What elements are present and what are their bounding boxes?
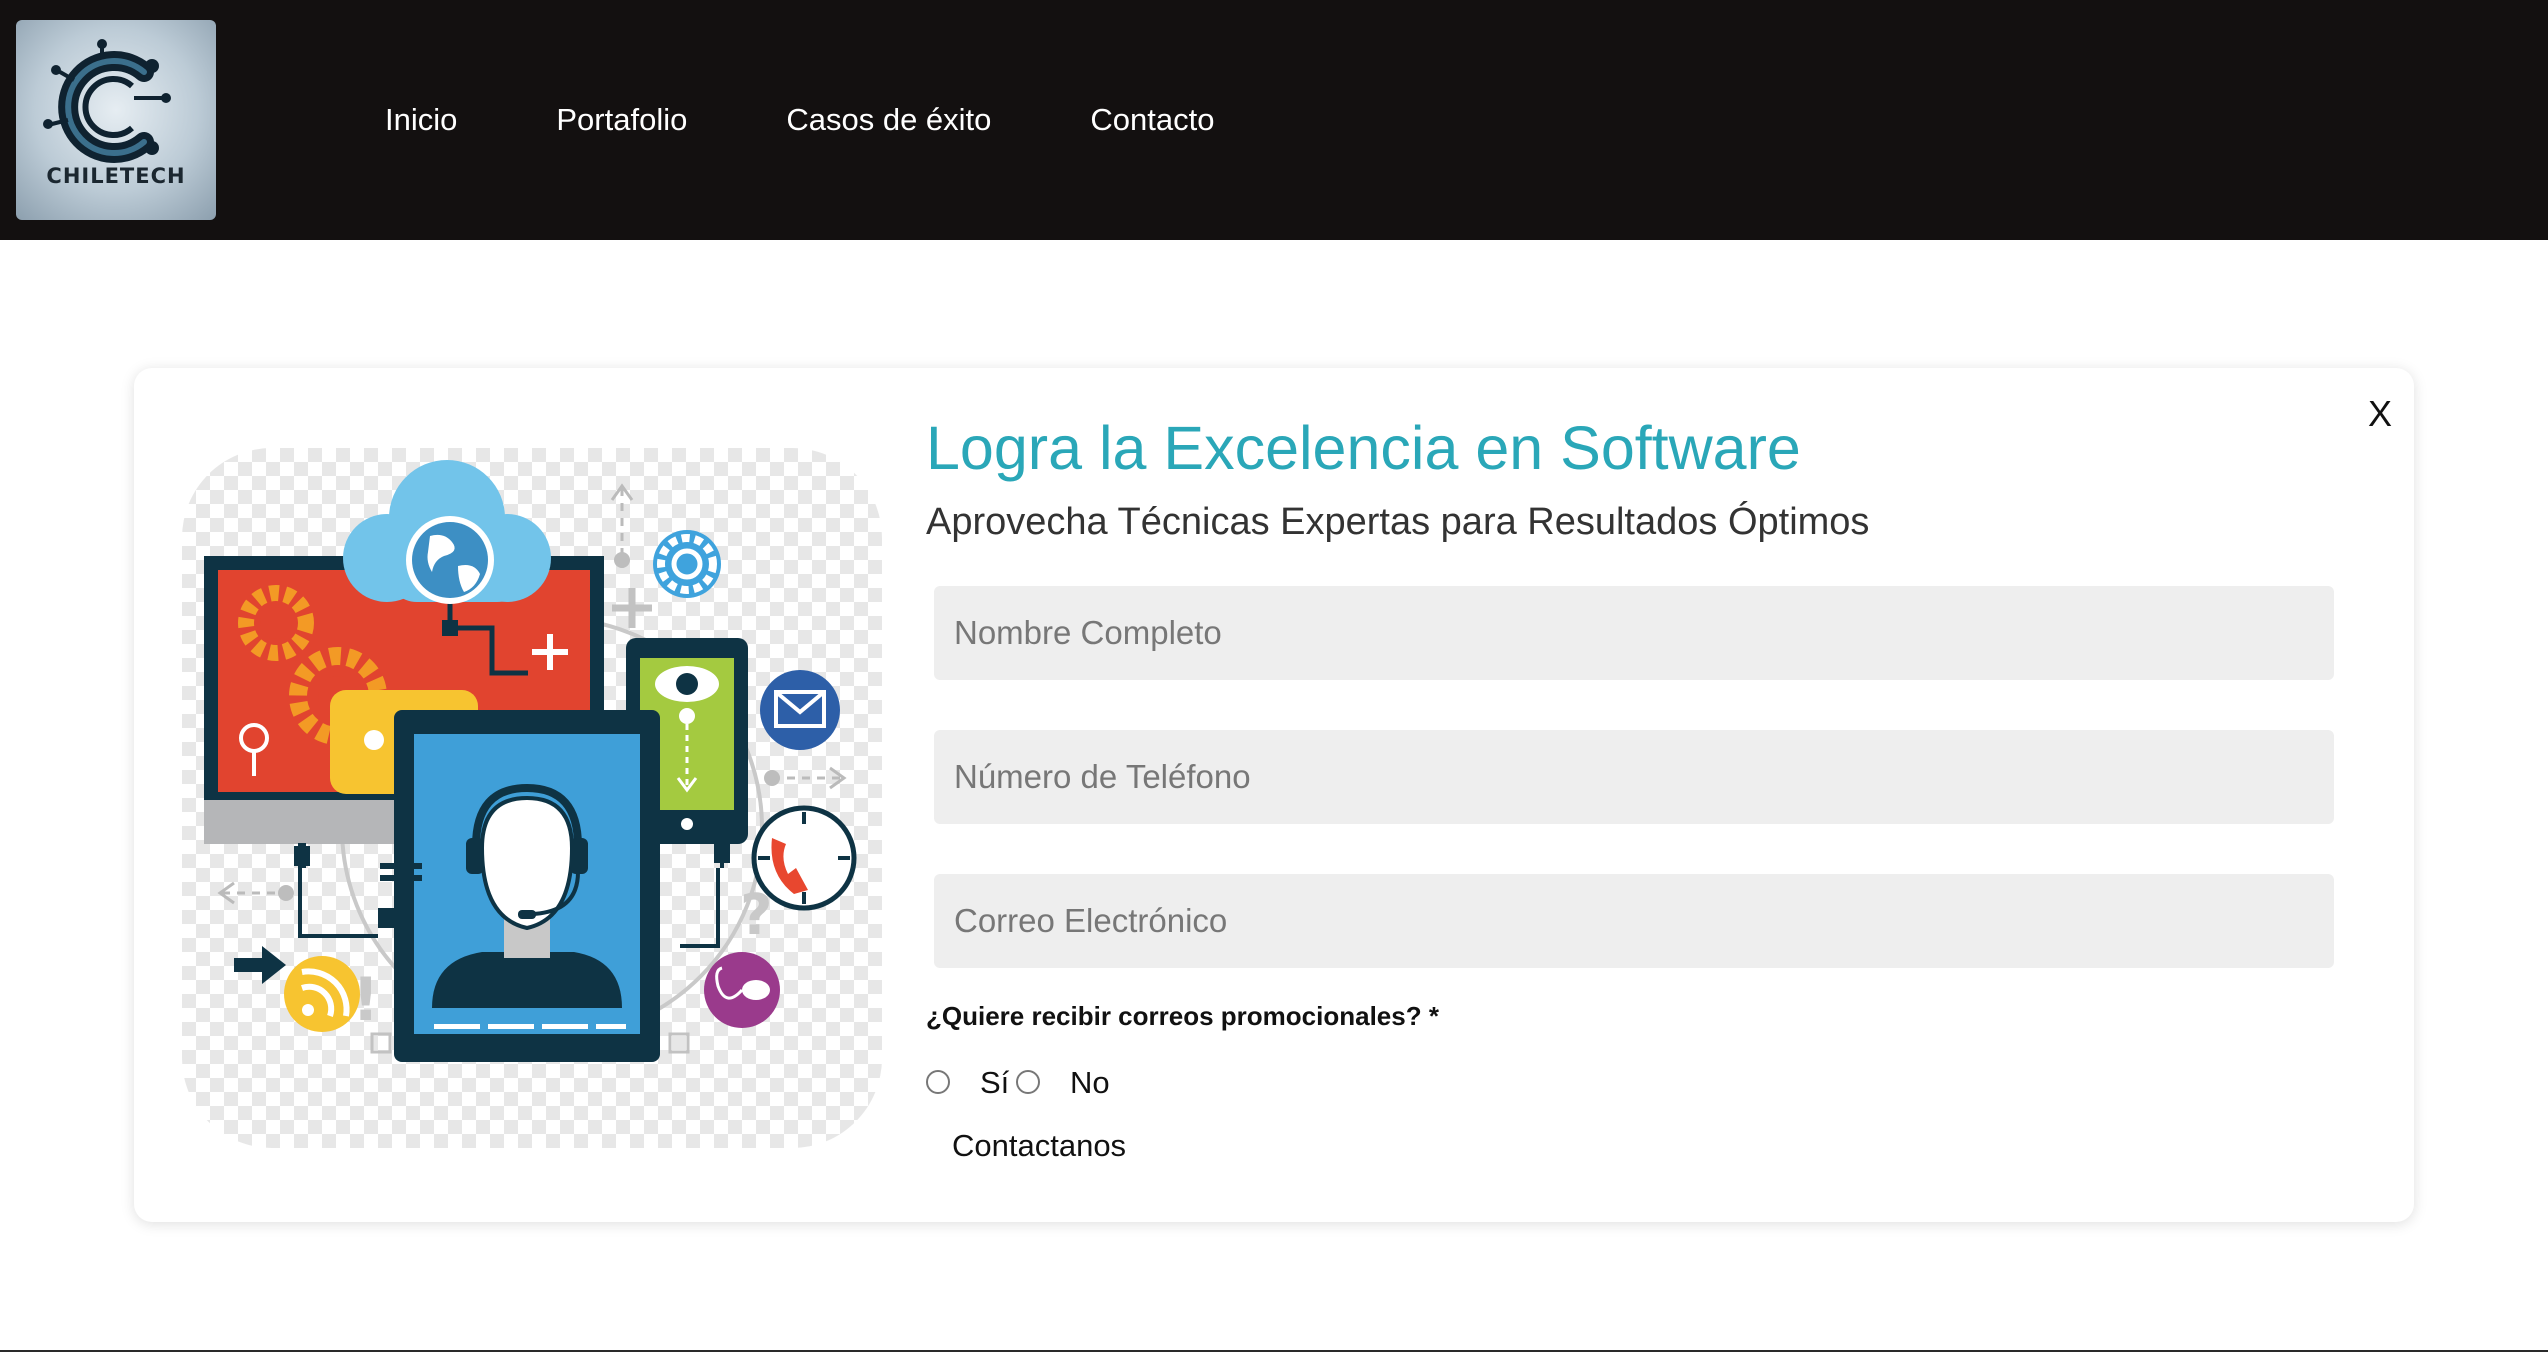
svg-text:?: ? <box>740 883 772 948</box>
form-title: Logra la Excelencia en Software <box>926 414 1801 482</box>
promo-yes-label: Sí <box>980 1065 1010 1100</box>
contact-submit-button[interactable]: Contactanos <box>952 1126 1126 1166</box>
main-nav: Inicio Portafolio Casos de éxito Contact… <box>385 98 1214 142</box>
phone-number-input[interactable] <box>934 730 2334 824</box>
close-button[interactable]: X <box>2368 394 2392 434</box>
logo-text: CHILETECH <box>46 164 186 188</box>
email-input[interactable] <box>934 874 2334 968</box>
nav-link-contacto[interactable]: Contacto <box>1090 98 1214 142</box>
chiletech-logo[interactable]: CHILETECH <box>16 20 216 220</box>
rss-icon <box>284 956 360 1032</box>
nav-link-casos-de-exito[interactable]: Casos de éxito <box>786 98 991 142</box>
top-navbar: CHILETECH Inicio Portafolio Casos de éxi… <box>0 0 2548 240</box>
full-name-input[interactable] <box>934 586 2334 680</box>
arrow-icon <box>234 946 286 984</box>
nav-link-portafolio[interactable]: Portafolio <box>556 98 687 142</box>
promo-yes-radio[interactable] <box>926 1070 950 1094</box>
tech-support-illustration: ? ! <box>182 448 882 1148</box>
mouse-icon <box>704 952 780 1028</box>
mail-icon <box>760 670 840 750</box>
promo-no-label: No <box>1070 1065 1110 1100</box>
form-subtitle: Aprovecha Técnicas Expertas para Resulta… <box>926 501 1870 543</box>
promo-emails-question: ¿Quiere recibir correos promocionales? * <box>926 1001 1439 1031</box>
circuit-c-logo-icon <box>43 39 171 163</box>
nav-link-inicio[interactable]: Inicio <box>385 98 457 142</box>
contact-form-card: X ? ! Logra la Excelencia en Software Ap… <box>134 368 2414 1222</box>
promo-no-radio[interactable] <box>1016 1070 1040 1094</box>
gear-icon <box>653 530 721 598</box>
